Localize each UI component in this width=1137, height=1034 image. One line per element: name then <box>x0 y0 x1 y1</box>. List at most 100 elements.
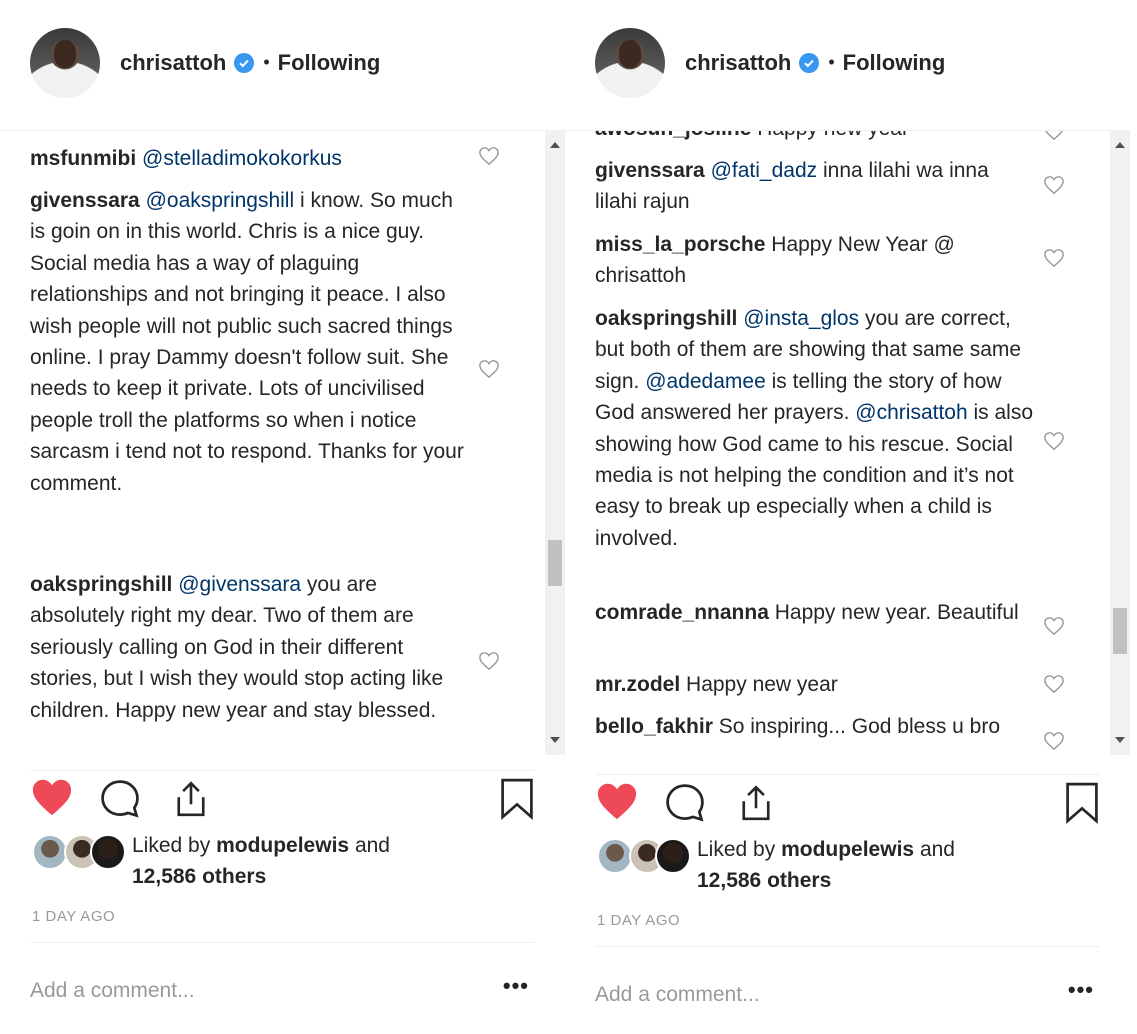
post-header: chrisattoh • Following <box>30 25 380 100</box>
scroll-thumb[interactable] <box>1113 608 1127 654</box>
comment-item: oakspringshill @insta_glos you are corre… <box>595 303 1035 554</box>
likes-prefix: Liked by <box>697 838 776 861</box>
comment-username[interactable]: miss_la_porsche <box>595 233 765 256</box>
like-comment-heart-icon[interactable] <box>478 359 500 379</box>
scroll-down-arrow-icon[interactable] <box>1115 737 1125 743</box>
likes-prefix: Liked by <box>132 834 211 857</box>
post-panel-right: chrisattoh • Following awosun_josline Ha… <box>565 0 1130 1034</box>
share-icon[interactable] <box>735 781 777 825</box>
add-comment-bar: Add a comment... ••• <box>30 942 535 1034</box>
comment-item: comrade_nnanna Happy new year. Beautiful <box>595 597 1035 628</box>
verified-badge-icon <box>234 52 255 73</box>
likes-text: Liked by modupelewis and 12,586 others <box>697 834 955 896</box>
comment-list[interactable]: msfunmibi @stelladimokokorkus givenssara… <box>0 130 545 755</box>
comment-item: mr.zodel Happy new year <box>595 669 1035 700</box>
comment-text: @stelladimokokorkus <box>142 147 342 170</box>
post-actions <box>595 774 1100 829</box>
like-comment-heart-icon[interactable] <box>1043 431 1065 451</box>
like-comment-heart-icon[interactable] <box>1043 616 1065 636</box>
like-comment-heart-icon[interactable] <box>1043 248 1065 268</box>
like-comment-heart-icon[interactable] <box>1043 130 1065 141</box>
like-comment-heart-icon[interactable] <box>1043 731 1065 751</box>
likes-summary: Liked by modupelewis and 12,586 others <box>30 830 535 900</box>
comment-username[interactable]: givenssara <box>30 189 140 212</box>
comment-item: miss_la_porsche Happy New Year @ chrisat… <box>595 229 1035 292</box>
like-comment-heart-icon[interactable] <box>1043 175 1065 195</box>
save-bookmark-icon[interactable] <box>1064 781 1100 825</box>
likes-summary: Liked by modupelewis and 12,586 others <box>595 834 1100 904</box>
likes-text: Liked by modupelewis and 12,586 others <box>132 830 390 892</box>
comment-username[interactable]: comrade_nnanna <box>595 601 769 624</box>
like-heart-icon[interactable] <box>30 777 74 817</box>
comment-username[interactable]: awosun_josline <box>595 131 751 140</box>
verified-badge-icon <box>799 52 820 73</box>
save-bookmark-icon[interactable] <box>499 777 535 821</box>
comment-mention[interactable]: @oakspringshill <box>146 189 295 212</box>
liker-avatars[interactable] <box>595 838 695 878</box>
scroll-thumb[interactable] <box>548 540 562 586</box>
comment-username[interactable]: msfunmibi <box>30 147 136 170</box>
more-options-icon[interactable]: ••• <box>1068 977 1094 1003</box>
comment-mention[interactable]: @givenssara <box>178 573 301 596</box>
scroll-up-arrow-icon[interactable] <box>550 142 560 148</box>
avatar <box>90 834 126 870</box>
header-separator: • <box>828 52 835 72</box>
following-button[interactable]: Following <box>843 50 946 76</box>
like-comment-heart-icon[interactable] <box>478 651 500 671</box>
comment-item: awosun_josline Happy new year <box>595 131 1035 144</box>
add-comment-bar: Add a comment... ••• <box>595 946 1100 1034</box>
liker-username[interactable]: modupelewis <box>216 834 349 857</box>
comment-username[interactable]: oakspringshill <box>595 307 737 330</box>
share-icon[interactable] <box>170 777 212 821</box>
avatar <box>597 838 633 874</box>
liker-username[interactable]: modupelewis <box>781 838 914 861</box>
comment-bubble-icon[interactable] <box>98 777 142 821</box>
comment-text: @oakspringshill i know. So much is goin … <box>30 189 464 495</box>
following-button[interactable]: Following <box>278 50 381 76</box>
post-timestamp[interactable]: 1 DAY AGO <box>597 912 680 929</box>
post-actions <box>30 770 535 825</box>
comment-mention[interactable]: @insta_glos <box>743 307 859 330</box>
like-comment-heart-icon[interactable] <box>1043 674 1065 694</box>
author-handle[interactable]: chrisattoh <box>120 50 226 76</box>
comment-username[interactable]: oakspringshill <box>30 573 172 596</box>
like-comment-heart-icon[interactable] <box>478 146 500 166</box>
comment-mention[interactable]: @chrisattoh <box>855 401 967 424</box>
comment-body: So inspiring... God bless u bro <box>712 715 1001 738</box>
comment-scrollbar[interactable] <box>545 130 565 755</box>
header-separator: • <box>263 52 270 72</box>
author-handle[interactable]: chrisattoh <box>685 50 791 76</box>
comment-item: givenssara @oakspringshill i know. So mu… <box>30 185 470 499</box>
comment-mention[interactable]: @adedamee <box>645 370 766 393</box>
add-comment-input[interactable]: Add a comment... <box>30 979 195 1003</box>
more-options-icon[interactable]: ••• <box>503 973 529 999</box>
comment-body: Happy new year. Beautiful <box>768 601 1019 624</box>
comment-scrollbar[interactable] <box>1110 130 1130 755</box>
comment-body: i know. So much is goin on in this world… <box>30 189 464 495</box>
comment-mention[interactable]: @stelladimokokorkus <box>142 147 342 170</box>
avatar <box>655 838 691 874</box>
comment-username[interactable]: bello_fakhir <box>595 715 713 738</box>
likes-conjunction: and <box>919 838 955 861</box>
comment-mention[interactable]: @fati_dadz <box>711 159 818 182</box>
comment-body: Happy new year <box>751 131 909 140</box>
comment-list[interactable]: awosun_josline Happy new year givenssara… <box>565 130 1110 755</box>
comment-body: Happy new year <box>680 673 838 696</box>
add-comment-input[interactable]: Add a comment... <box>595 983 760 1007</box>
comment-item: msfunmibi @stelladimokokorkus <box>30 143 470 174</box>
comment-username[interactable]: givenssara <box>595 159 705 182</box>
author-avatar[interactable] <box>30 27 100 98</box>
comment-bubble-icon[interactable] <box>663 781 707 825</box>
post-timestamp[interactable]: 1 DAY AGO <box>32 908 115 925</box>
liker-avatars[interactable] <box>30 834 130 874</box>
author-avatar[interactable] <box>595 27 665 98</box>
comment-username[interactable]: mr.zodel <box>595 673 680 696</box>
likes-count[interactable]: 12,586 others <box>132 865 266 888</box>
avatar <box>32 834 68 870</box>
likes-conjunction: and <box>354 834 390 857</box>
comment-item: bello_fakhir So inspiring... God bless u… <box>595 711 1035 742</box>
likes-count[interactable]: 12,586 others <box>697 869 831 892</box>
scroll-up-arrow-icon[interactable] <box>1115 142 1125 148</box>
scroll-down-arrow-icon[interactable] <box>550 737 560 743</box>
like-heart-icon[interactable] <box>595 781 639 821</box>
